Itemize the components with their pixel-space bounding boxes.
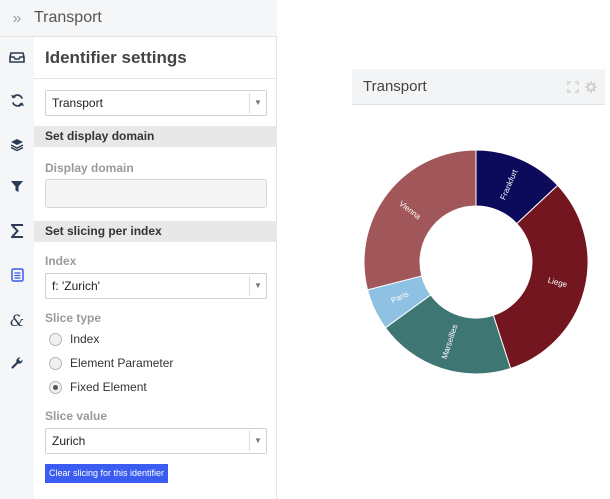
clear-slicing-button[interactable]: Clear slicing for this identifier bbox=[45, 464, 169, 483]
layers-icon[interactable] bbox=[0, 132, 34, 156]
donut-chart: Frankfurt Liege Marseilles Paris Vienna bbox=[352, 106, 605, 436]
list-icon[interactable] bbox=[0, 263, 34, 287]
chevron-down-icon: ▼ bbox=[249, 276, 266, 296]
slice-value-select-value: Zurich bbox=[52, 434, 86, 448]
radio-button[interactable] bbox=[49, 356, 62, 370]
expand-icon[interactable] bbox=[567, 80, 579, 93]
radio-label: Fixed Element bbox=[70, 380, 147, 394]
index-select-value: f: 'Zurich' bbox=[52, 279, 100, 293]
radio-slice-type-fixed-element[interactable]: Fixed Element bbox=[49, 379, 147, 395]
slice-type-label: Slice type bbox=[45, 311, 102, 325]
widget-header: Transport bbox=[352, 69, 605, 105]
display-domain-input[interactable] bbox=[45, 179, 267, 208]
display-domain-label: Display domain bbox=[45, 161, 134, 175]
sigma-icon[interactable] bbox=[0, 219, 34, 243]
radio-slice-type-element-parameter[interactable]: Element Parameter bbox=[49, 355, 173, 371]
widget-title: Transport bbox=[363, 78, 427, 95]
panel-header-title: Transport bbox=[34, 9, 102, 26]
radio-button[interactable] bbox=[49, 332, 62, 346]
radio-label: Element Parameter bbox=[70, 356, 174, 370]
index-select[interactable]: f: 'Zurich' ▼ bbox=[45, 273, 267, 299]
section-slicing: Set slicing per index bbox=[34, 221, 277, 242]
radio-label: Index bbox=[70, 332, 100, 346]
wrench-icon[interactable] bbox=[0, 351, 34, 375]
refresh-icon[interactable] bbox=[0, 88, 34, 112]
donut-slice-vienna[interactable] bbox=[363, 149, 477, 291]
gear-icon[interactable] bbox=[585, 80, 597, 93]
ampersand-icon[interactable]: & bbox=[0, 308, 34, 332]
slice-value-label: Slice value bbox=[45, 409, 108, 423]
chevron-down-icon: ▼ bbox=[249, 431, 266, 451]
index-label: Index bbox=[45, 254, 77, 268]
identifier-settings-panel: » Transport & Identifier settings Transp… bbox=[0, 0, 277, 499]
section-display-domain: Set display domain bbox=[34, 126, 277, 147]
expand-panel-icon[interactable]: » bbox=[0, 0, 34, 37]
slice-value-select[interactable]: Zurich ▼ bbox=[45, 428, 267, 454]
settings-title: Identifier settings bbox=[34, 37, 277, 79]
donut-chart-svg: FrankfurtLiegeMarseillesParisVienna bbox=[363, 149, 589, 375]
chevron-down-icon: ▼ bbox=[249, 93, 266, 113]
table-icon[interactable] bbox=[0, 45, 34, 69]
filter-icon[interactable] bbox=[0, 175, 34, 199]
panel-header: » Transport bbox=[0, 0, 277, 37]
settings-form: Identifier settings Transport ▼ Set disp… bbox=[34, 37, 277, 483]
icon-rail: & bbox=[0, 37, 34, 499]
identifier-select[interactable]: Transport ▼ bbox=[45, 90, 267, 116]
radio-button-checked[interactable] bbox=[49, 380, 62, 394]
radio-slice-type-index[interactable]: Index bbox=[49, 331, 99, 347]
identifier-select-value: Transport bbox=[52, 96, 103, 110]
